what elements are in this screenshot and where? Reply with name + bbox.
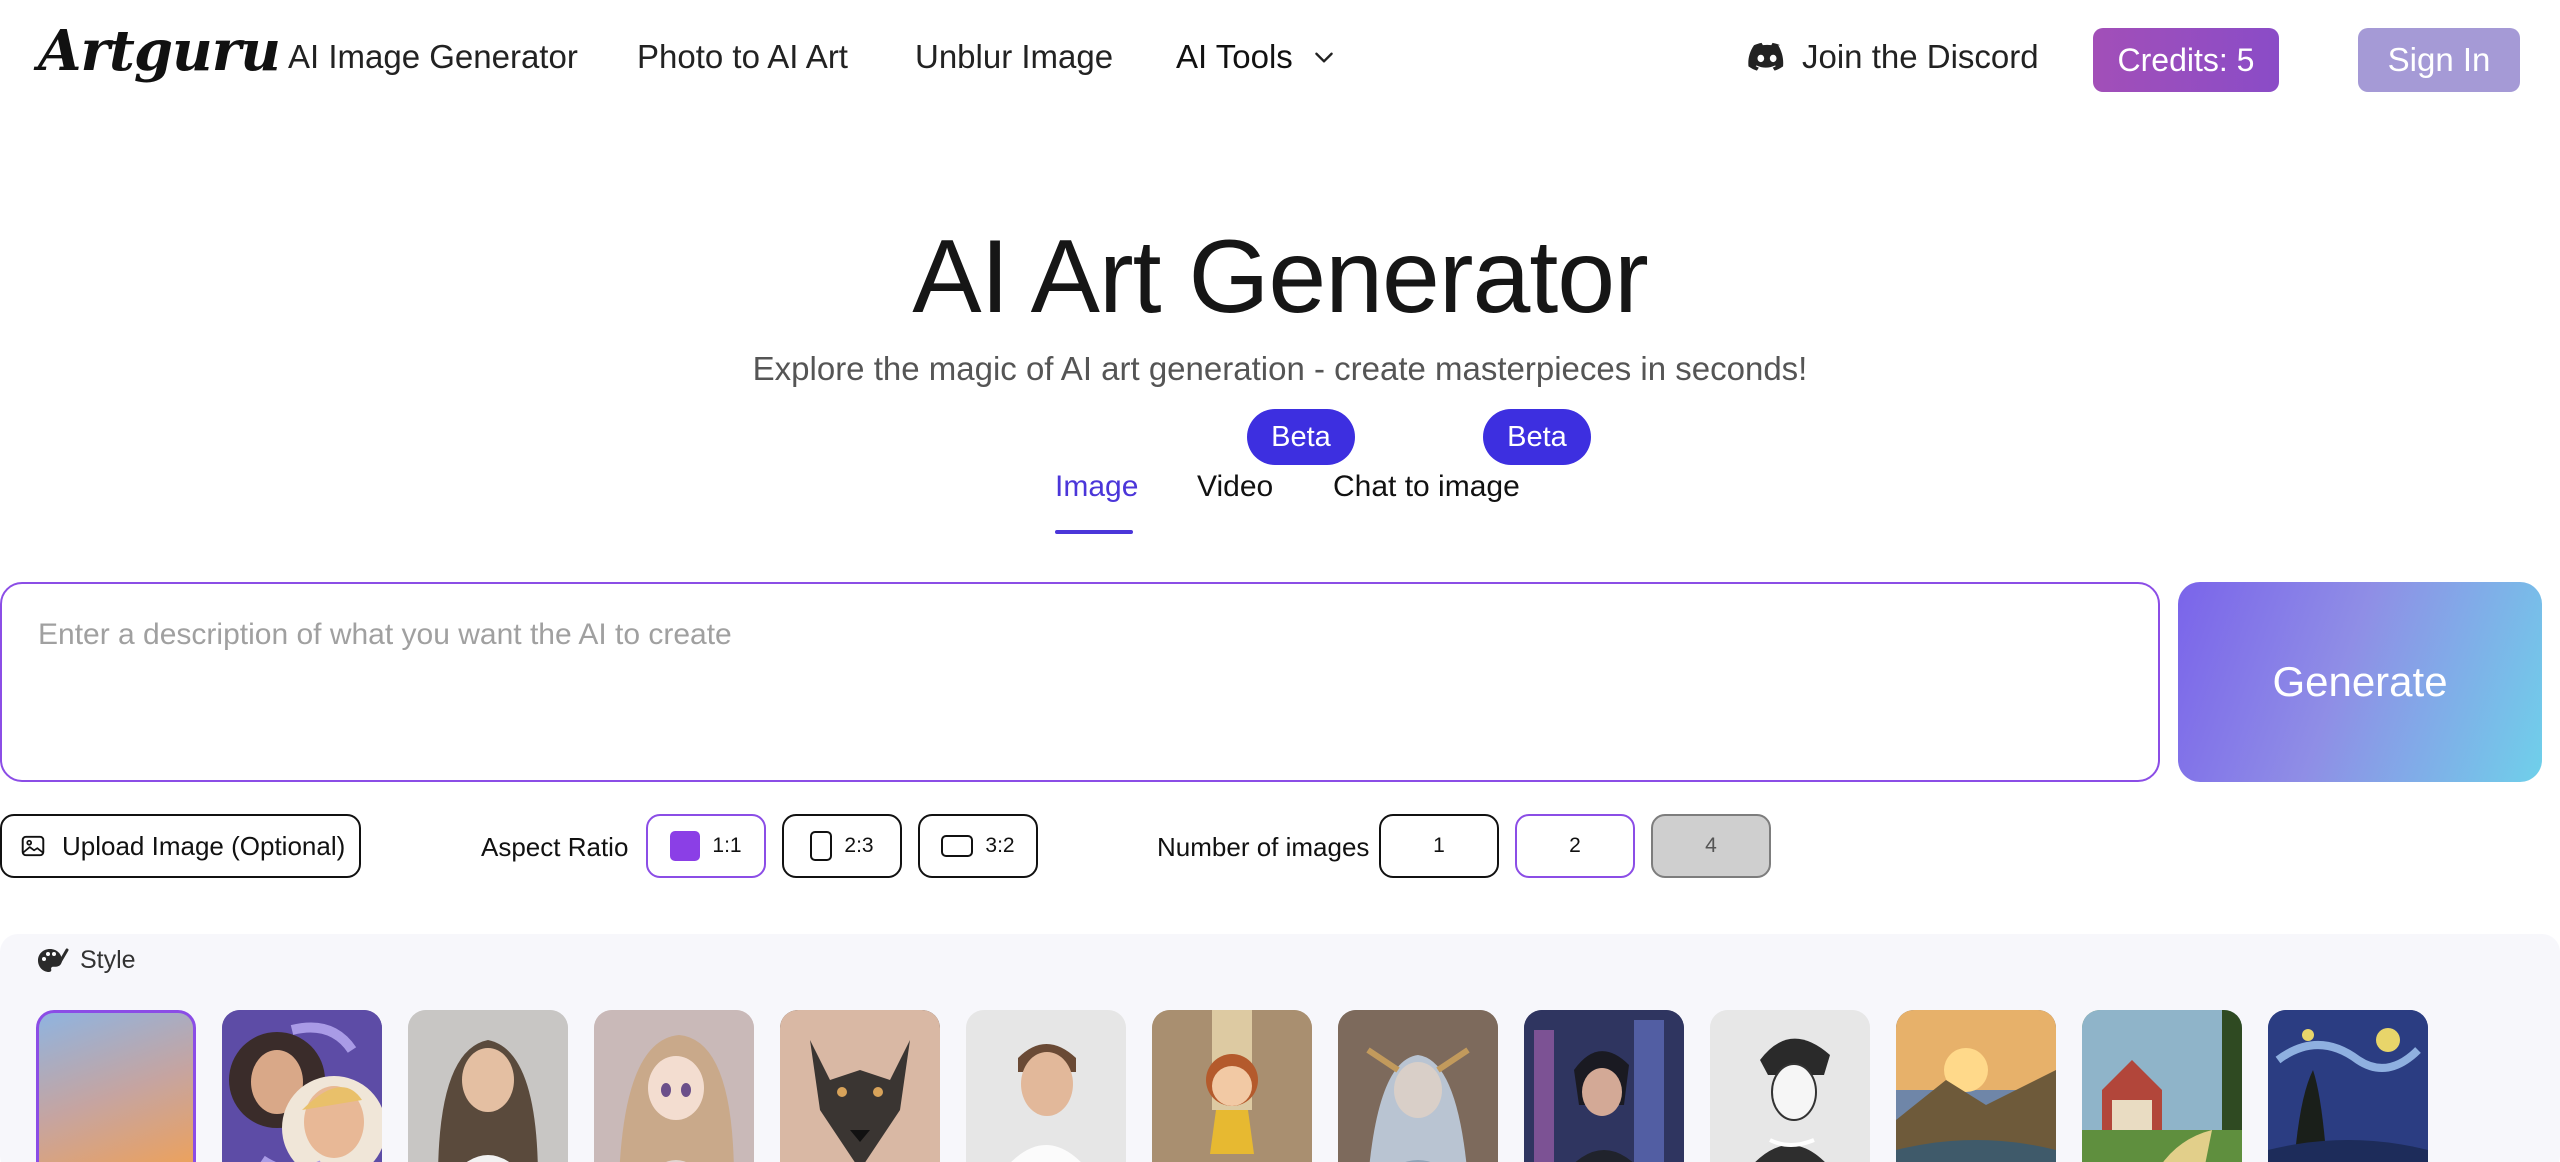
style-thumb-face-swap[interactable] [222,1010,382,1162]
style-thumb-cyberpunk[interactable] [1524,1010,1684,1162]
style-thumb-painting-village[interactable] [2082,1010,2242,1162]
image-icon [21,835,45,857]
style-label: Style [80,946,136,974]
image-count-2[interactable]: 2 [1515,814,1635,878]
tab-chat-to-image[interactable]: Chat to image [1333,470,1520,504]
image-count-1[interactable]: 1 [1379,814,1499,878]
style-thumb-anime[interactable] [594,1010,754,1162]
active-tab-indicator [1055,530,1133,534]
style-thumb-tattoo-wolf[interactable] [780,1010,940,1162]
nav-unblur-image[interactable]: Unblur Image [915,38,1113,76]
starry-night-thumbnail [2268,1010,2428,1162]
top-navbar: Artguru AI Image Generator Photo to AI A… [0,0,2560,118]
painting-village-thumbnail [2082,1010,2242,1162]
nav-ai-tools-dropdown[interactable]: AI Tools [1176,38,1337,76]
join-discord-label: Join the Discord [1802,38,2039,75]
tab-video[interactable]: Video [1197,470,1273,504]
tattoo-wolf-thumbnail [780,1010,940,1162]
aspect-ratio-3-2-label: 3:2 [985,834,1015,857]
aspect-ratio-2-3-label: 2:3 [844,834,874,857]
aspect-ratio-label: Aspect Ratio [481,832,629,862]
realistic-woman-thumbnail [408,1010,568,1162]
landscape-ratio-icon [941,835,974,857]
sketch-thumbnail [1710,1010,1870,1162]
artguru-logo[interactable]: Artguru [38,18,281,84]
join-discord-link[interactable]: Join the Discord [1748,38,2039,76]
upload-image-button[interactable]: Upload Image (Optional) [0,814,361,878]
tab-image[interactable]: Image [1055,470,1138,504]
aspect-ratio-2-3[interactable]: 2:3 [782,814,902,878]
3d-cartoon-thumbnail [1152,1010,1312,1162]
page-subtitle: Explore the magic of AI art generation -… [752,350,1808,387]
face-swap-thumbnail [222,1010,382,1162]
portrait-ratio-icon [810,831,833,861]
nav-ai-image-generator[interactable]: AI Image Generator [288,38,578,76]
video-beta-badge: Beta [1247,409,1355,465]
number-of-images-label: Number of images [1157,832,1370,862]
upload-image-label: Upload Image (Optional) [62,830,346,861]
cyberpunk-thumbnail [1524,1010,1684,1162]
prompt-input[interactable] [0,582,2160,782]
credits-button[interactable]: Credits: 5 [2093,28,2279,92]
style-thumb-none[interactable] [36,1010,196,1162]
image-count-4: 4 [1651,814,1771,878]
style-thumb-3d-cartoon[interactable] [1152,1010,1312,1162]
palette-icon [38,948,69,972]
aspect-ratio-3-2[interactable]: 3:2 [918,814,1038,878]
page-title: AI Art Generator [912,219,1648,335]
realistic-man-thumbnail [966,1010,1126,1162]
aspect-ratio-1-1-label: 1:1 [712,834,742,857]
discord-icon [1748,42,1784,71]
aspect-ratio-1-1[interactable]: 1:1 [646,814,766,878]
anime-thumbnail [594,1010,754,1162]
style-thumb-fantasy-elf[interactable] [1338,1010,1498,1162]
style-thumb-landscape[interactable] [1896,1010,2056,1162]
style-thumb-sketch[interactable] [1710,1010,1870,1162]
style-thumb-starry-night[interactable] [2268,1010,2428,1162]
fantasy-elf-thumbnail [1338,1010,1498,1162]
square-ratio-icon [670,831,701,861]
nav-ai-tools-label: AI Tools [1176,38,1293,75]
style-thumb-realistic-woman[interactable] [408,1010,568,1162]
style-thumb-realistic-man[interactable] [966,1010,1126,1162]
style-section-header: Style [36,946,136,975]
nav-photo-to-ai-art[interactable]: Photo to AI Art [637,38,848,76]
sign-in-button[interactable]: Sign In [2358,28,2520,92]
generate-button[interactable]: Generate [2178,582,2542,782]
chat-to-image-beta-badge: Beta [1483,409,1591,465]
chevron-down-icon [1315,52,1333,63]
landscape-thumbnail [1896,1010,2056,1162]
